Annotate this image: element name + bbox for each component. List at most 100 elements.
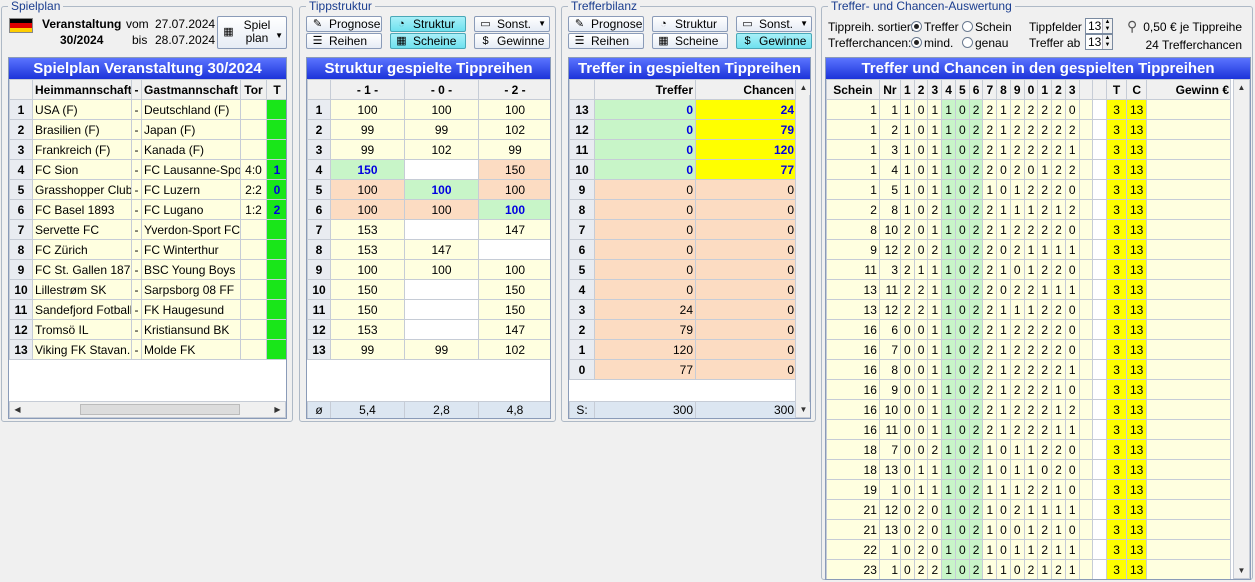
column-header[interactable]: 2 xyxy=(1051,79,1066,100)
table-row[interactable]: 1 120 0 xyxy=(569,339,797,360)
spielplan-button[interactable]: ▦ Spiel plan ▼ xyxy=(217,16,287,49)
tb-gewinne-button[interactable]: $ Gewinne xyxy=(736,33,812,49)
scroll-left-icon[interactable]: ◀ xyxy=(10,402,25,417)
radio-schein[interactable]: Schein xyxy=(962,20,1012,34)
table-row[interactable]: 1 4 1 0 1 1 0 2 2 0 2 0 1 2 2 3 13 xyxy=(826,159,1231,180)
column-header[interactable] xyxy=(1078,79,1094,100)
table-row[interactable]: 13 99 99 102 xyxy=(307,339,550,360)
column-header[interactable]: T xyxy=(266,79,286,100)
table-row[interactable]: 8 153 147 xyxy=(307,239,550,260)
table-row[interactable]: 19 1 0 1 1 1 0 2 1 1 1 2 2 1 0 3 13 xyxy=(826,479,1231,500)
table-row[interactable]: 22 1 0 2 0 1 0 2 1 0 1 1 2 1 1 3 13 xyxy=(826,539,1231,560)
table-row[interactable]: 6 FC Basel 1893- FC Lugano 1:2 2 xyxy=(9,199,286,220)
table-row[interactable]: 0 77 0 xyxy=(569,359,797,380)
gewinne-button[interactable]: $ Gewinne xyxy=(474,33,550,49)
column-header[interactable] xyxy=(1092,79,1108,100)
stepper-arrows-icon[interactable]: ▲ ▼ xyxy=(1102,35,1112,49)
magnifier-icon[interactable]: ⚲ xyxy=(1127,18,1137,35)
table-row[interactable]: 16 9 0 0 1 1 0 2 2 1 2 2 2 1 0 3 13 xyxy=(826,379,1231,400)
table-row[interactable]: 1 3 1 0 1 1 0 2 2 1 2 2 2 2 1 3 13 xyxy=(826,139,1231,160)
column-header[interactable]: C xyxy=(1126,79,1148,100)
table-row[interactable]: 16 7 0 0 1 1 0 2 2 1 2 2 2 2 0 3 13 xyxy=(826,339,1231,360)
tb-struktur-button[interactable]: ◔ Struktur xyxy=(652,16,728,32)
scheine-button[interactable]: ▦ Scheine xyxy=(390,33,466,49)
column-header[interactable]: Nr xyxy=(878,79,902,100)
column-header[interactable]: 7 xyxy=(982,79,998,100)
table-row[interactable]: 16 6 0 0 1 1 0 2 2 1 2 2 2 2 0 3 13 xyxy=(826,319,1231,340)
treffer-vertical-scrollbar[interactable]: ▲ ▼ xyxy=(795,79,810,418)
scroll-right-icon[interactable]: ▶ xyxy=(270,402,285,417)
column-header[interactable]: 1 xyxy=(1037,79,1053,100)
column-header[interactable]: Schein xyxy=(826,79,880,100)
tb-sonst-button[interactable]: ▭ Sonst. ▼ xyxy=(736,16,812,32)
table-row[interactable]: 11 0 120 xyxy=(569,139,797,160)
column-header[interactable]: Gastmannschaft xyxy=(141,79,241,100)
column-header[interactable]: - 2 - xyxy=(478,79,550,100)
table-row[interactable]: 5 100 100 100 xyxy=(307,179,550,200)
table-row[interactable]: 11 3 2 1 1 1 0 2 2 1 0 1 2 2 0 3 13 xyxy=(826,259,1231,280)
column-header[interactable]: Treffer xyxy=(594,79,696,100)
column-header[interactable]: - 0 - xyxy=(404,79,479,100)
table-row[interactable]: 13 12 2 2 1 1 0 2 2 1 1 1 2 2 0 3 13 xyxy=(826,299,1231,320)
table-row[interactable]: 4 150 150 xyxy=(307,159,550,180)
radio-treffer-dot[interactable] xyxy=(911,21,922,32)
table-row[interactable]: 5Grasshopper Club...-FC Luzern2:20 xyxy=(9,179,286,200)
table-row[interactable]: 12 153 147 xyxy=(307,319,550,340)
table-row[interactable]: 3 Frankreich (F) - Kanada (F) xyxy=(9,139,286,160)
scroll-up-icon[interactable]: ▲ xyxy=(1234,80,1249,95)
column-header[interactable]: Gewinn € xyxy=(1146,79,1231,100)
table-row[interactable]: 12 Tromsö IL - Kristiansund BK xyxy=(9,319,286,340)
struktur-button[interactable]: ◔ Struktur xyxy=(390,16,466,32)
radio-genau[interactable]: genau xyxy=(962,36,1008,50)
table-row[interactable]: 16 8 0 0 1 1 0 2 2 1 2 2 2 2 1 3 13 xyxy=(826,359,1231,380)
table-row[interactable]: 9 FC St. Gallen 1879- BSC Young Boys xyxy=(9,259,286,280)
table-row[interactable]: 18 13 0 1 1 1 0 2 1 0 1 1 0 2 0 3 13 xyxy=(826,459,1231,480)
column-header[interactable]: Heimmannschaft xyxy=(32,79,132,100)
column-header[interactable]: 3 xyxy=(1064,79,1080,100)
tb-reihen-button[interactable]: ☰ Reihen xyxy=(568,33,644,49)
scroll-down-icon[interactable]: ▼ xyxy=(1234,563,1249,578)
table-row[interactable]: 7 153 147 xyxy=(307,219,550,240)
radio-genau-dot[interactable] xyxy=(962,37,973,48)
tippfelder-stepper[interactable]: 13 ▲ ▼ xyxy=(1085,18,1113,34)
scroll-down-icon[interactable]: ▼ xyxy=(796,402,810,417)
column-header[interactable]: 6 xyxy=(968,79,984,100)
table-row[interactable]: 13 0 24 xyxy=(569,99,797,120)
table-row[interactable]: 12 0 79 xyxy=(569,119,797,140)
auswertung-vertical-scrollbar[interactable]: ▲ ▼ xyxy=(1233,79,1250,579)
treffer-ab-stepper[interactable]: 13 ▲ ▼ xyxy=(1085,34,1113,50)
table-row[interactable]: 1 2 1 0 1 1 0 2 2 1 2 2 2 2 2 3 13 xyxy=(826,119,1231,140)
table-row[interactable]: 18 7 0 0 2 1 0 2 1 0 1 1 2 2 0 3 13 xyxy=(826,439,1231,460)
table-row[interactable]: 21 12 0 2 0 1 0 2 1 0 2 1 1 1 1 3 13 xyxy=(826,499,1231,520)
radio-mind-dot[interactable] xyxy=(911,37,922,48)
table-row[interactable]: 500 xyxy=(569,259,797,280)
column-header[interactable]: 2 xyxy=(913,79,929,100)
column-header[interactable]: T xyxy=(1106,79,1128,100)
reihen-button[interactable]: ☰ Reihen xyxy=(306,33,382,49)
table-row[interactable]: 800 xyxy=(569,199,797,220)
table-row[interactable]: 3 24 0 xyxy=(569,299,797,320)
table-row[interactable]: 9 12 2 0 2 1 0 2 2 0 2 1 1 1 1 3 13 xyxy=(826,239,1231,260)
table-row[interactable]: 700 xyxy=(569,219,797,240)
stepper-arrows-icon[interactable]: ▲ ▼ xyxy=(1102,19,1112,33)
table-row[interactable]: 11 Sandefjord Fotball - FK Haugesund xyxy=(9,299,286,320)
column-header[interactable]: 1 xyxy=(900,79,915,100)
table-row[interactable]: 7 Servette FC - Yverdon-Sport FC xyxy=(9,219,286,240)
table-row[interactable]: 1 5 1 0 1 1 0 2 1 0 1 2 2 2 0 3 13 xyxy=(826,179,1231,200)
table-row[interactable]: 2 8 1 0 2 1 0 2 2 1 1 1 2 1 2 3 13 xyxy=(826,199,1231,220)
column-header[interactable]: Chancen xyxy=(695,79,797,100)
table-row[interactable]: 400 xyxy=(569,279,797,300)
column-header[interactable]: - xyxy=(131,79,142,100)
scrollbar-thumb[interactable] xyxy=(80,404,240,415)
table-row[interactable]: 1 USA (F) - Deutschland (F) xyxy=(9,99,286,120)
table-row[interactable]: 1 1 1 0 1 1 0 2 2 1 2 2 2 2 0 3 13 xyxy=(826,99,1231,120)
table-row[interactable]: 600 xyxy=(569,239,797,260)
table-row[interactable]: 21 13 0 2 0 1 0 2 1 0 0 1 2 1 0 3 13 xyxy=(826,519,1231,540)
prognose-button[interactable]: ✎ Prognose xyxy=(306,16,382,32)
table-row[interactable]: 3 99 102 99 xyxy=(307,139,550,160)
table-row[interactable]: 4 FC Sion - FC Lausanne-Sport 4:0 1 xyxy=(9,159,286,180)
column-header[interactable]: 8 xyxy=(996,79,1011,100)
spielplan-horizontal-scrollbar[interactable]: ◀ ▶ xyxy=(9,401,286,418)
table-row[interactable]: 10 150 150 xyxy=(307,279,550,300)
table-row[interactable]: 8 FC Zürich - FC Winterthur xyxy=(9,239,286,260)
